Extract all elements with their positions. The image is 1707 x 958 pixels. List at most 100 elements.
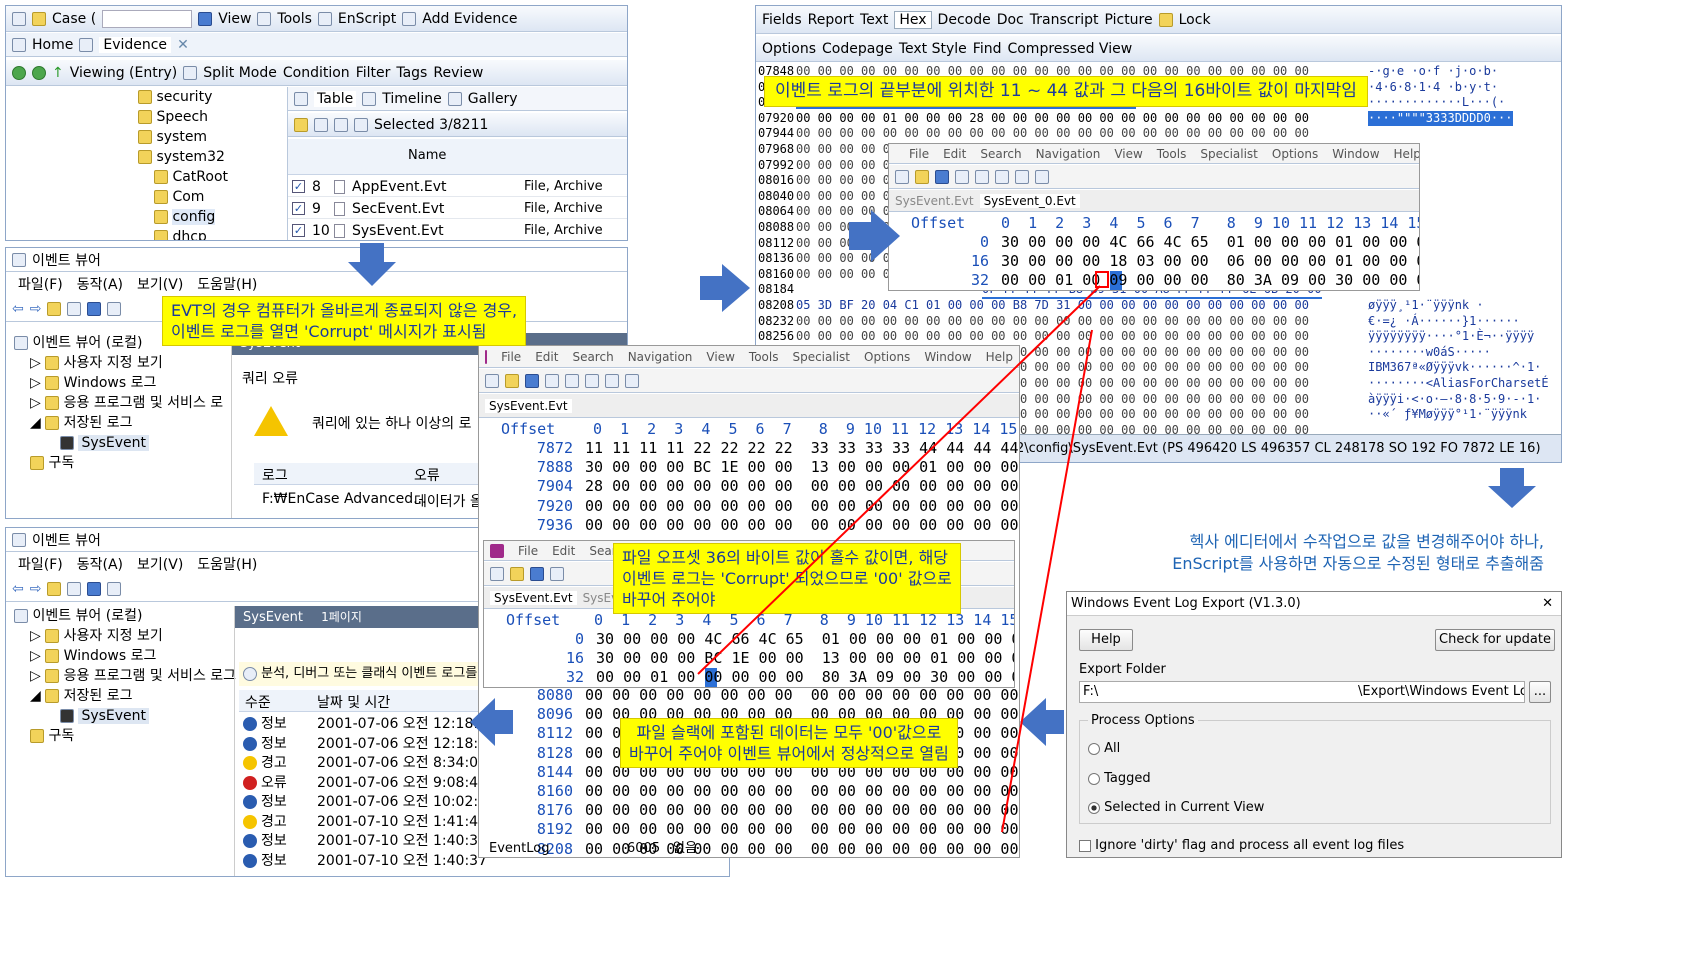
copy-icon[interactable] (975, 169, 989, 184)
menu-view[interactable]: 보기(V) (137, 274, 183, 294)
hex-row[interactable]: 00 00 00 00 00 00 00 00 00 00 00 00 00 0… (585, 801, 1018, 820)
menu-file[interactable]: 파일(F) (18, 274, 63, 294)
tab-home[interactable]: Home (32, 37, 73, 53)
condition-menu[interactable]: Condition (283, 65, 350, 81)
options-menu[interactable]: Options (762, 41, 816, 57)
case-input[interactable] (102, 9, 193, 28)
menu-item[interactable]: Tools (1157, 147, 1187, 161)
save-icon[interactable] (525, 373, 539, 388)
goto-icon[interactable] (625, 373, 639, 388)
viewing-menu[interactable]: Viewing (Entry) (70, 65, 178, 81)
hex-row[interactable]: 30 00 00 00 BC 1E 00 00 13 00 00 00 01 0… (596, 649, 1014, 668)
radio-all[interactable]: All (1088, 741, 1120, 756)
hex-bytes[interactable]: 00 00 00 00 01 00 00 00 28 00 00 00 00 0… (796, 111, 1309, 126)
hex-row[interactable]: 00 00 01 00 00 00 00 00 80 3A 09 00 30 0… (596, 668, 1014, 687)
binocular-icon[interactable] (1015, 169, 1029, 184)
menu-item[interactable]: View (1114, 147, 1142, 161)
menu-item[interactable]: File (518, 544, 538, 558)
tree-item[interactable]: ▷ 응용 프로그램 및 서비스 로 (14, 393, 229, 413)
tab-sysevent-0[interactable]: SysEvent_0.Evt (979, 193, 1080, 208)
tags-menu[interactable]: Tags (396, 65, 427, 81)
save-icon[interactable] (935, 169, 949, 184)
back-icon[interactable]: ⇦ (12, 301, 24, 317)
new-icon[interactable] (490, 566, 504, 581)
open-icon[interactable] (510, 566, 524, 581)
column-level[interactable]: 수준 (245, 692, 271, 712)
hex-bytes[interactable]: 05 3D BF 20 04 C1 01 00 00 00 B8 7D 31 0… (796, 298, 1309, 313)
text-style-menu[interactable]: Text Style (899, 41, 967, 57)
enscript-menu[interactable]: EnScript (338, 11, 396, 27)
hex-row[interactable]: 00 00 00 00 00 00 00 00 00 00 00 00 00 0… (585, 497, 1018, 516)
forward-icon[interactable] (32, 65, 46, 80)
copy-icon[interactable] (565, 373, 579, 388)
binocular-icon[interactable] (605, 373, 619, 388)
tree-item[interactable]: config (66, 207, 276, 227)
up-icon[interactable]: ↑ (52, 65, 64, 81)
tree-item[interactable]: system (66, 127, 276, 147)
table-row[interactable]: ✓ 10 SysEvent.Evt File, Archive (288, 221, 627, 240)
menu-item[interactable]: Tools (749, 350, 779, 364)
tab-gallery[interactable]: Gallery (468, 91, 518, 107)
paste-icon[interactable] (995, 169, 1009, 184)
compressed-view-toggle[interactable]: Compressed View (1007, 41, 1132, 57)
folder-icon[interactable] (47, 581, 62, 596)
console-icon[interactable] (107, 301, 122, 316)
menu-action[interactable]: 동작(A) (77, 274, 123, 294)
tree-item[interactable]: ▷ Windows 로그 (14, 373, 229, 393)
panel-icon[interactable] (67, 581, 82, 596)
goto-icon[interactable] (1035, 169, 1049, 184)
tree-root[interactable]: 이벤트 뷰어 (로컬) (14, 606, 232, 626)
help-icon[interactable] (87, 301, 102, 316)
radio-selected[interactable]: Selected in Current View (1088, 800, 1264, 815)
menu-item[interactable]: File (501, 350, 521, 364)
menu-item[interactable]: Options (864, 350, 910, 364)
console-icon[interactable] (107, 581, 122, 596)
error-row[interactable]: F:₩EnCase Advanced... 데이터가 올 (262, 491, 483, 510)
tab-sysevent[interactable]: SysEvent.Evt (895, 194, 974, 208)
open-icon[interactable] (505, 373, 519, 388)
menu-item[interactable]: Search (980, 147, 1021, 161)
back-icon[interactable]: ⇦ (12, 581, 24, 597)
column-log[interactable]: 로그 (262, 465, 288, 485)
new-icon[interactable] (485, 373, 499, 388)
menu-item[interactable]: Help (986, 350, 1013, 364)
tree-item[interactable]: dhcp (66, 227, 276, 240)
dirty-checkbox[interactable]: Ignore 'dirty' flag and process all even… (1079, 838, 1404, 853)
hex-bytes[interactable]: 00 00 00 00 00 00 00 00 00 00 00 00 00 0… (796, 314, 1309, 329)
hex-row[interactable]: 11 11 11 11 22 22 22 22 33 33 33 33 44 4… (585, 439, 1018, 458)
menu-item[interactable]: Specialist (792, 350, 850, 364)
menu-item[interactable]: Specialist (1200, 147, 1258, 161)
checkbox-icon[interactable] (354, 117, 368, 132)
tab-table[interactable]: Table (314, 90, 357, 107)
menu-action[interactable]: 동작(A) (77, 554, 123, 574)
tree-item[interactable]: 구독 (14, 453, 229, 473)
menu-view[interactable]: 보기(V) (137, 554, 183, 574)
hex-row[interactable]: 28 00 00 00 00 00 00 00 00 00 00 00 00 0… (585, 477, 1018, 496)
menu-item[interactable]: Help (1394, 147, 1419, 161)
tab-timeline[interactable]: Timeline (382, 91, 442, 107)
tree-item[interactable]: security (66, 87, 276, 107)
tree-item[interactable]: system32 (66, 147, 276, 167)
tree-item[interactable]: ▷ Windows 로그 (14, 646, 232, 666)
tab-doc[interactable]: Doc (997, 12, 1024, 28)
find-button[interactable]: Find (973, 41, 1002, 57)
menu-help[interactable]: 도움말(H) (197, 274, 257, 294)
menu-item[interactable]: Edit (535, 350, 558, 364)
tab-text[interactable]: Text (860, 12, 888, 28)
hex-row[interactable]: 00 00 01 00 09 00 00 00 80 3A 09 00 30 0… (1001, 271, 1419, 290)
tree-item[interactable]: ◢ 저장된 로그 (14, 686, 232, 706)
tools-menu[interactable]: Tools (277, 11, 312, 27)
menu-item[interactable]: Navigation (628, 350, 693, 364)
checkbox-icon[interactable]: ✓ (292, 180, 305, 193)
az-sort-icon[interactable] (334, 117, 348, 132)
codepage-menu[interactable]: Codepage (822, 41, 893, 57)
tree-item[interactable]: ◢ 저장된 로그 (14, 413, 229, 433)
export-folder-input[interactable]: F:\ \Export\Windows Event Log E (1079, 681, 1525, 703)
column-name[interactable]: Name (408, 148, 446, 163)
hex-row[interactable]: 00 00 00 00 00 00 00 00 00 00 00 00 00 0… (585, 820, 1018, 839)
tab-sysevent[interactable]: SysEvent.Evt (490, 590, 577, 605)
check-update-button[interactable]: Check for update (1435, 629, 1555, 651)
folder-icon[interactable] (47, 301, 62, 316)
split-mode-menu[interactable]: Split Mode (203, 65, 277, 81)
menu-item[interactable]: File (909, 147, 929, 161)
